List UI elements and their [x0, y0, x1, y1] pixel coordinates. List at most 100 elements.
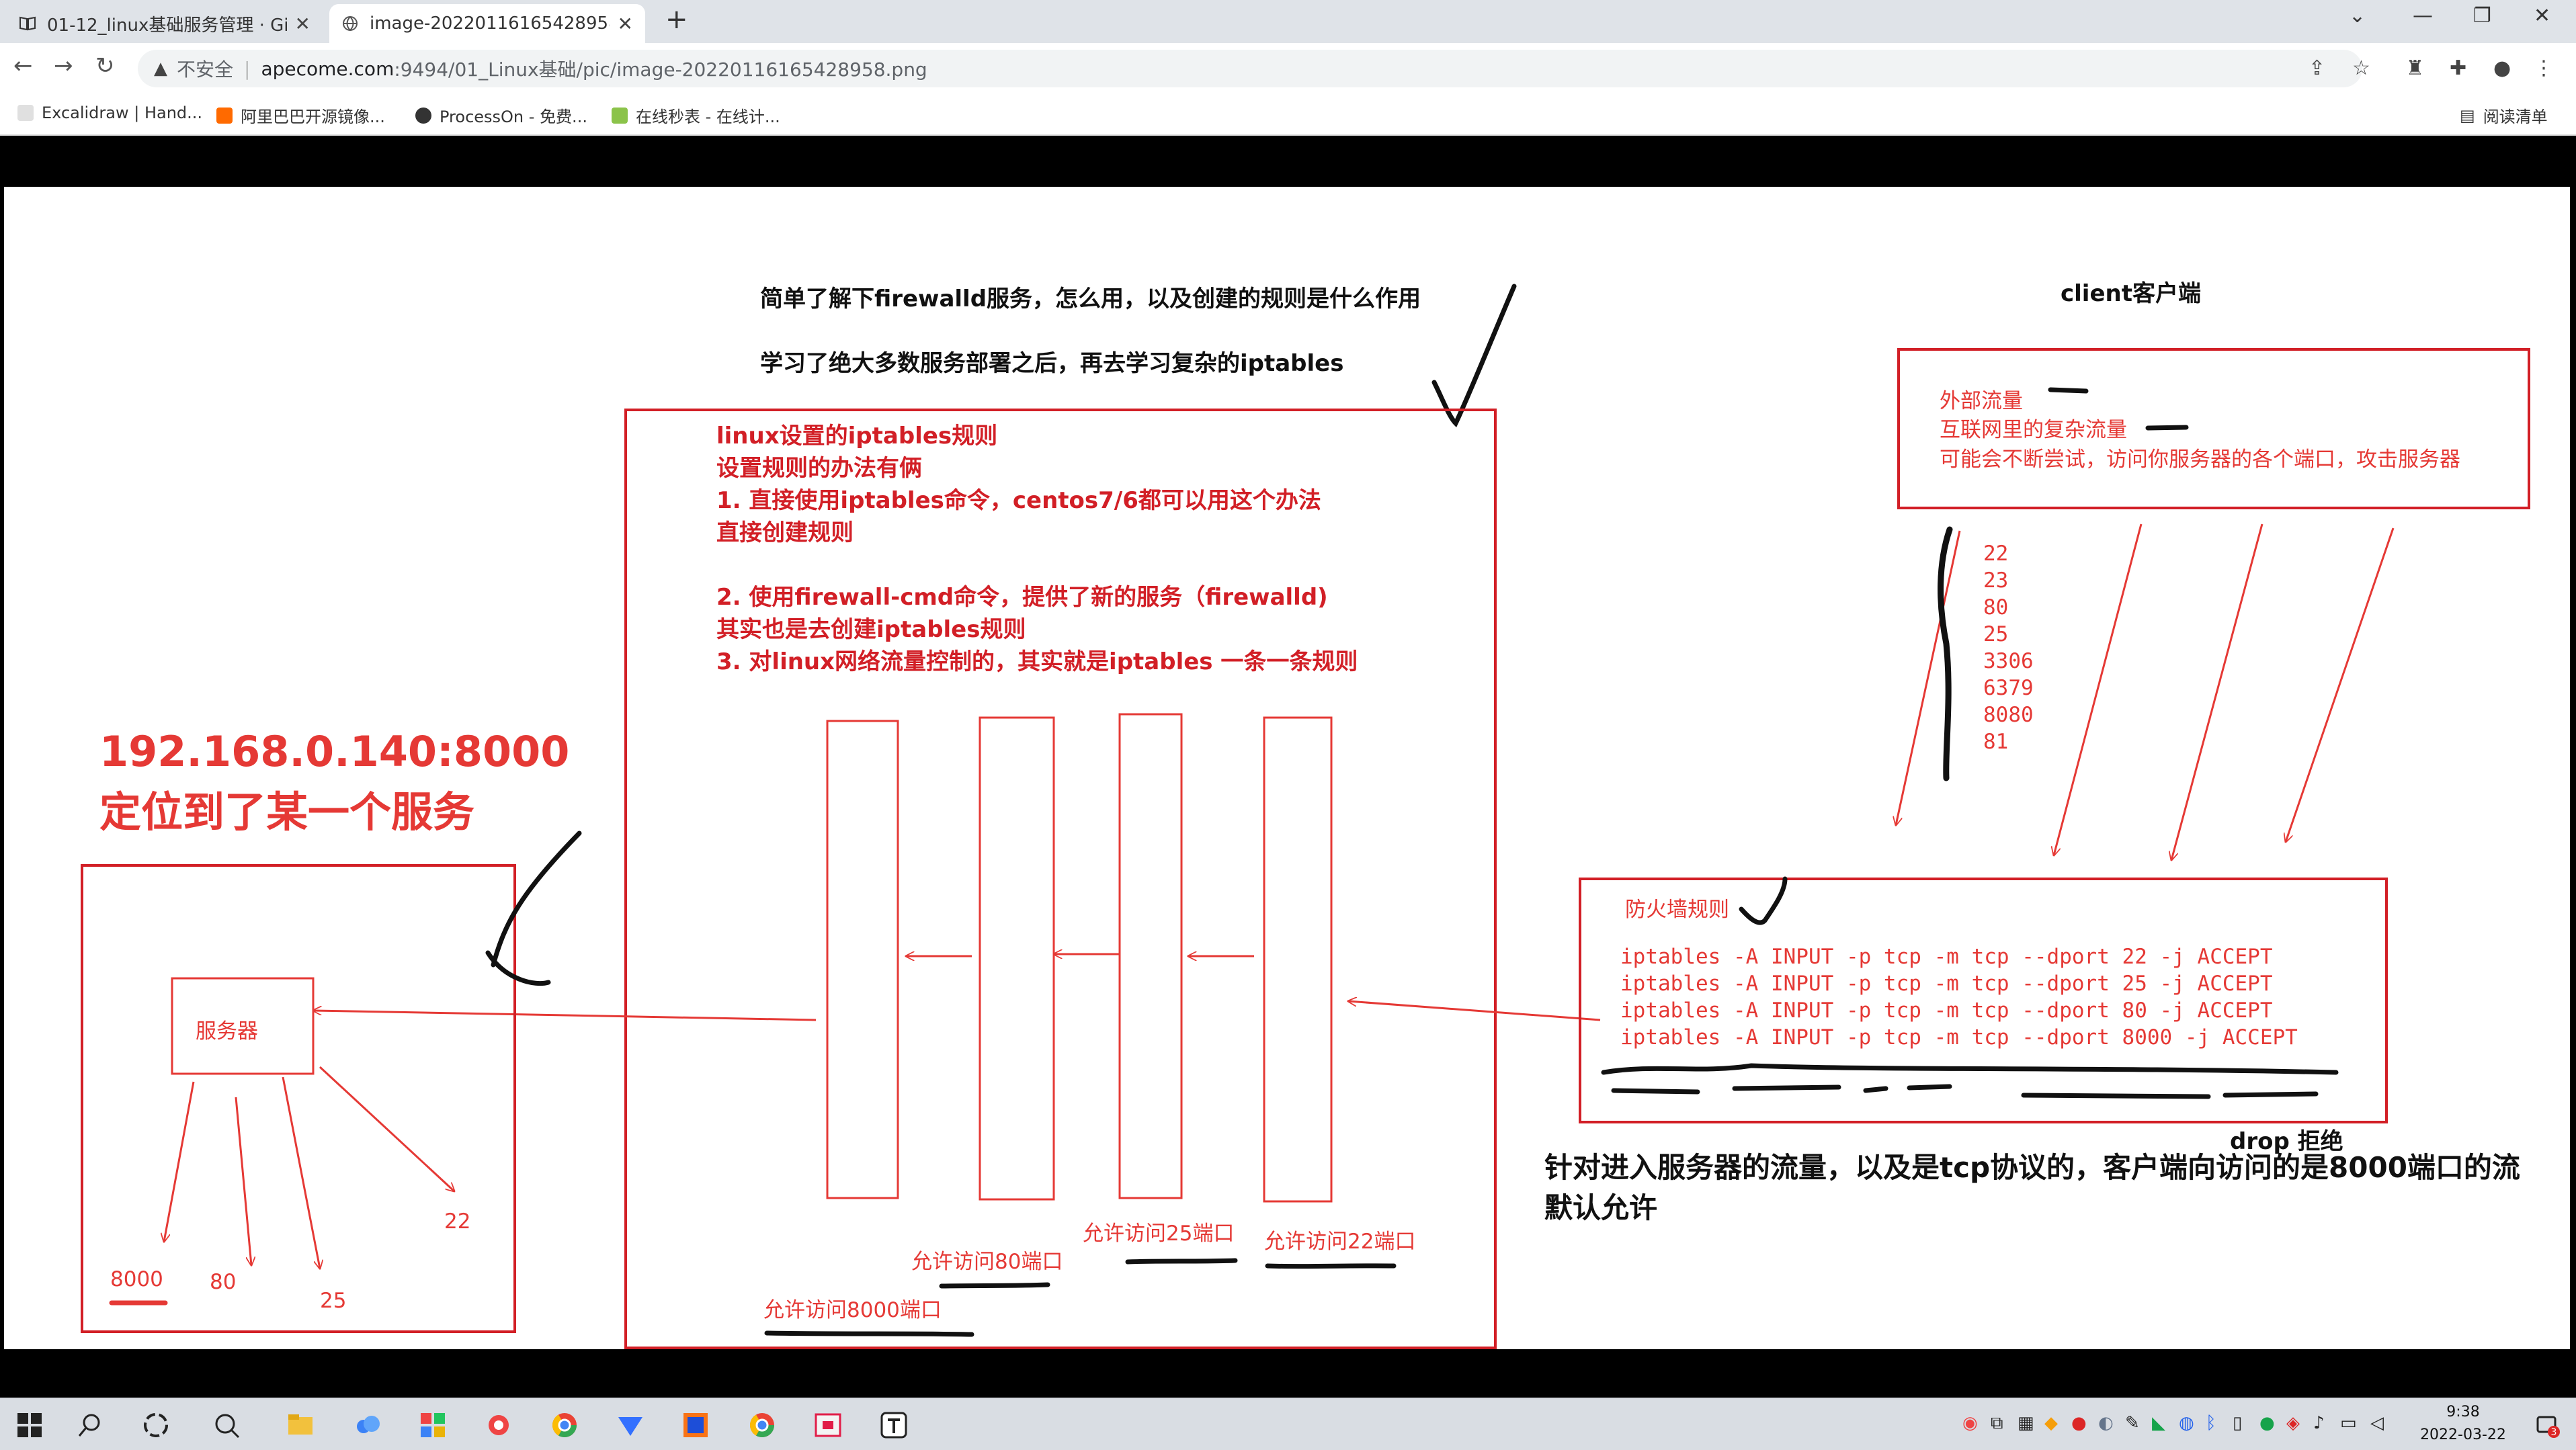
close-window-button[interactable]: ✕	[2534, 4, 2550, 28]
extension-wizard-icon[interactable]: ♜	[2406, 56, 2424, 80]
clock-time: 9:38	[2446, 1404, 2480, 1420]
antivirus-icon[interactable]: ◈	[2286, 1413, 2300, 1433]
minimize-button[interactable]: —	[2413, 4, 2433, 28]
arrow-server-22	[319, 1066, 454, 1191]
tray-app-icon[interactable]: ◍	[2179, 1413, 2194, 1433]
screenshot-app-icon[interactable]	[813, 1410, 843, 1440]
port-label-8000: 8000	[110, 1267, 163, 1291]
tray-app-icon[interactable]: ▦	[2018, 1413, 2034, 1433]
restore-button[interactable]: ❐	[2473, 4, 2491, 28]
chrome-active-icon[interactable]	[747, 1410, 777, 1440]
arrow-server-25	[282, 1076, 320, 1269]
back-icon[interactable]: ←	[13, 52, 33, 79]
close-tab-icon[interactable]: ✕	[618, 13, 633, 35]
address-bar[interactable]: ▲ 不安全 | apecome.com :9494/01_Linux基础/pic…	[138, 50, 2362, 87]
reading-list-button[interactable]: ▤ 阅读清单	[2460, 103, 2548, 127]
rules-underline-dashes	[1611, 1084, 2319, 1099]
typora-app-icon[interactable]	[879, 1410, 909, 1440]
bottom-note-1: 针对进入服务器的流量，以及是tcp协议的，客户端向访问的是8000端口的流	[1544, 1151, 2520, 1184]
label-allow-22: 允许访问22端口	[1264, 1230, 1415, 1254]
cloud-app-icon[interactable]	[353, 1410, 382, 1440]
arrow-traffic-4	[2286, 527, 2395, 842]
top-note-2: 学习了绝大多数服务部署之后，再去学习复杂的iptables	[760, 350, 1343, 377]
profile-avatar-icon[interactable]: ●	[2493, 56, 2511, 80]
pycharm-app-icon[interactable]	[681, 1410, 710, 1440]
port-label-22: 22	[444, 1209, 470, 1234]
url-host: apecome.com	[261, 57, 394, 80]
traffic-line-1: 外部流量	[1940, 389, 2023, 413]
service-address: 192.168.0.140:8000	[99, 727, 569, 776]
service-locate-note: 定位到了某一个服务	[99, 787, 474, 837]
extensions-puzzle-icon[interactable]: ✚	[2450, 56, 2466, 80]
security-label: 不安全	[177, 58, 234, 81]
new-tab-button[interactable]: +	[665, 4, 688, 35]
tab-gitbook[interactable]: 01-12_linux基础服务管理 · GitB ✕	[7, 4, 323, 43]
tab-image[interactable]: image-20220116165428958.p ✕	[329, 4, 645, 43]
magnifier-app-icon[interactable]	[212, 1410, 241, 1440]
arrow-columns-to-server	[313, 1011, 817, 1021]
tray-app-icon[interactable]: ●	[2259, 1413, 2275, 1433]
tray-app-icon[interactable]: ◆	[2044, 1413, 2058, 1433]
iptables-box	[624, 409, 1497, 1349]
rule-column-80	[979, 716, 1055, 1201]
rule-line-1: iptables -A INPUT -p tcp -m tcp --dport …	[1620, 945, 2273, 969]
snail-app-icon[interactable]	[484, 1410, 513, 1440]
incoming-port-7: 8080	[1983, 703, 2034, 727]
traffic-line-2: 互联网里的复杂流量	[1940, 418, 2127, 442]
tray-app-icon[interactable]: ◐	[2098, 1413, 2114, 1433]
share-icon[interactable]: ⇪	[2309, 56, 2325, 80]
port-label-25: 25	[320, 1289, 346, 1313]
clock-date: 2022-03-22	[2420, 1426, 2506, 1443]
intro-line-4: 直接创建规则	[716, 519, 854, 546]
intro-line-2: 设置规则的办法有俩	[716, 455, 922, 482]
reading-list-label: 阅读清单	[2483, 108, 2548, 126]
tab-search-icon[interactable]: ⌄	[2349, 4, 2366, 28]
feishu-app-icon[interactable]	[616, 1410, 645, 1440]
network-icon[interactable]: ▭	[2340, 1413, 2357, 1433]
arrow-server-8000	[164, 1081, 195, 1242]
bookmark-star-icon[interactable]: ☆	[2352, 56, 2370, 80]
incoming-port-5: 3306	[1983, 649, 2034, 673]
system-clock[interactable]: 9:38 2022-03-22	[2413, 1401, 2513, 1447]
bookmark-excalidraw[interactable]: Excalidraw | Hand...	[17, 103, 202, 122]
bookmark-aliyun-mirror[interactable]: 阿里巴巴开源镜像...	[216, 103, 385, 127]
tab-title: 01-12_linux基础服务管理 · GitB	[47, 15, 287, 36]
microphone-icon[interactable]: ♪	[2313, 1413, 2325, 1433]
forward-icon[interactable]: →	[54, 52, 73, 79]
menu-kebab-icon[interactable]: ⋮	[2534, 56, 2554, 80]
record-icon[interactable]: ◉	[1962, 1413, 1978, 1433]
nvidia-icon[interactable]: ◣	[2152, 1413, 2165, 1433]
bluetooth-icon[interactable]: ᛒ	[2206, 1413, 2216, 1433]
reload-icon[interactable]: ↻	[95, 52, 115, 79]
bookmark-processon[interactable]: ProcessOn - 免费...	[415, 103, 587, 127]
image-viewer: 简单了解下firewalld服务，怎么用，以及创建的规则是什么作用 学习了绝大多…	[0, 137, 2576, 1398]
bookmark-stopwatch[interactable]: 在线秒表 - 在线计...	[612, 103, 780, 127]
notification-center-icon[interactable]: 3	[2534, 1412, 2561, 1439]
diagram-image: 简单了解下firewalld服务，怎么用，以及创建的规则是什么作用 学习了绝大多…	[4, 187, 2570, 1349]
tray-app-icon[interactable]: ●	[2071, 1413, 2087, 1433]
top-note-1: 简单了解下firewalld服务，怎么用，以及创建的规则是什么作用	[760, 286, 1421, 312]
task-view-icon[interactable]	[141, 1410, 171, 1440]
rule-line-2: iptables -A INPUT -p tcp -m tcp --dport …	[1620, 972, 2273, 996]
browser-toolbar: ← → ↻ ▲ 不安全 | apecome.com :9494/01_Linux…	[0, 43, 2576, 94]
tray-app-icon[interactable]: ⧉	[1991, 1413, 2003, 1434]
arrow-firewall-to-columns	[1348, 1001, 1601, 1021]
tray-app-icon[interactable]: ✎	[2125, 1413, 2140, 1433]
usb-icon[interactable]: ▯	[2233, 1413, 2242, 1433]
close-tab-icon[interactable]: ✕	[295, 13, 310, 35]
server-container-box	[81, 864, 516, 1333]
traffic-line-3: 可能会不断尝试，访问你服务器的各个端口，攻击服务器	[1940, 447, 2460, 472]
windows-start-icon[interactable]	[15, 1410, 44, 1440]
label-allow-80: 允许访问80端口	[911, 1250, 1063, 1274]
pinned-app-icon[interactable]	[418, 1410, 448, 1440]
divider: |	[244, 57, 251, 80]
processon-icon	[415, 107, 431, 124]
label-allow-8000: 允许访问8000端口	[763, 1298, 942, 1322]
label-allow-25: 允许访问25端口	[1083, 1222, 1234, 1246]
chrome-icon[interactable]	[550, 1410, 579, 1440]
file-explorer-icon[interactable]	[286, 1410, 315, 1440]
volume-icon[interactable]: ◁	[2370, 1413, 2384, 1433]
rule-line-3: iptables -A INPUT -p tcp -m tcp --dport …	[1620, 998, 2273, 1023]
search-icon[interactable]	[75, 1410, 105, 1440]
intro-line-6: 2. 使用firewall-cmd命令，提供了新的服务（firewalld)	[716, 584, 1328, 611]
